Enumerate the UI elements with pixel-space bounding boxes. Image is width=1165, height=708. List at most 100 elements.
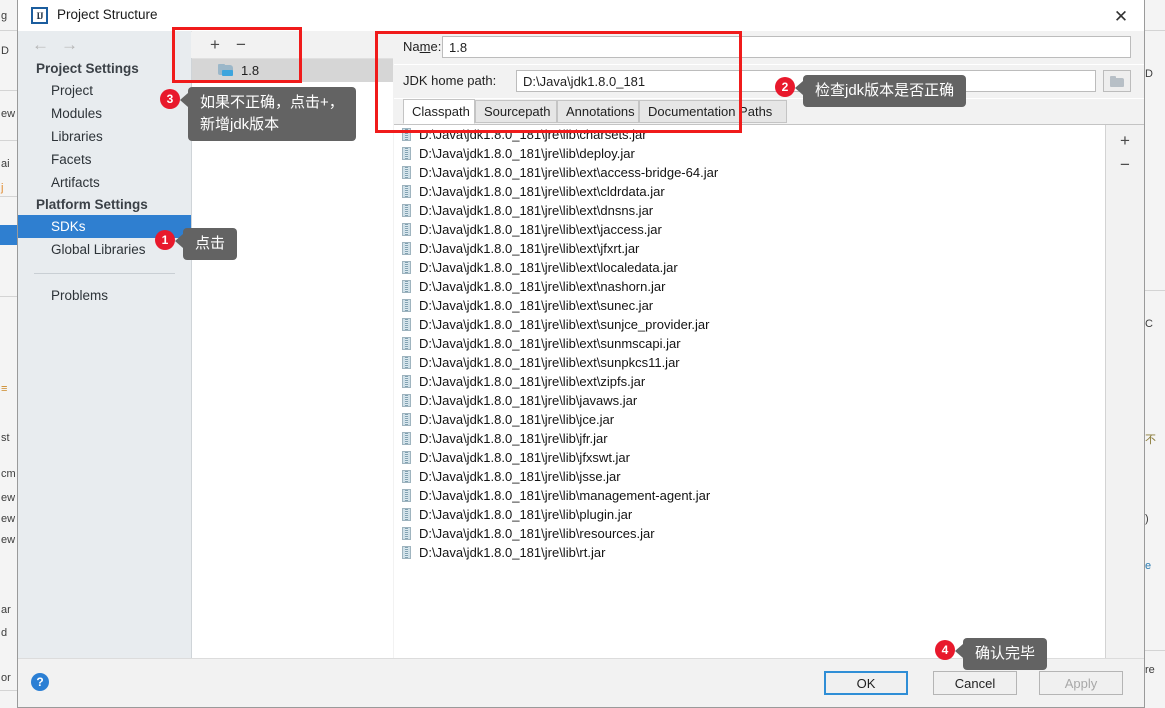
browse-folder-button[interactable] — [1103, 70, 1131, 92]
classpath-row[interactable]: D:\Java\jdk1.8.0_181\jre\lib\ext\sunmsca… — [394, 334, 1106, 353]
bg-fragment: ew — [1, 534, 16, 546]
sidebar-item-problems[interactable]: Problems — [18, 284, 191, 307]
bg-fragment: cm — [1, 468, 16, 480]
jar-file-icon — [402, 470, 411, 483]
sidebar-group-header-project-settings: Project Settings — [36, 61, 139, 76]
classpath-row[interactable]: D:\Java\jdk1.8.0_181\jre\lib\ext\nashorn… — [394, 277, 1106, 296]
help-icon[interactable]: ? — [31, 673, 49, 691]
classpath-row-label: D:\Java\jdk1.8.0_181\jre\lib\charsets.ja… — [419, 127, 647, 142]
tab-classpath[interactable]: Classpath — [403, 99, 475, 124]
callout-text: 点击 — [183, 228, 238, 260]
tab-documentation-paths[interactable]: Documentation Paths — [639, 100, 787, 123]
sidebar-divider — [34, 273, 175, 274]
classpath-row[interactable]: D:\Java\jdk1.8.0_181\jre\lib\management-… — [394, 486, 1106, 505]
classpath-row[interactable]: D:\Java\jdk1.8.0_181\jre\lib\jce.jar — [394, 410, 1106, 429]
ok-button[interactable]: OK — [824, 671, 908, 695]
bg-fragment: ew — [1, 492, 16, 504]
bg-divider — [0, 296, 17, 297]
jar-file-icon — [402, 147, 411, 160]
sidebar-item-artifacts[interactable]: Artifacts — [18, 171, 191, 194]
callout-1: 1 点击 — [155, 228, 238, 260]
bg-fragment: D — [1, 45, 9, 57]
callout-badge: 2 — [775, 77, 795, 97]
jar-file-icon — [402, 242, 411, 255]
classpath-row[interactable]: D:\Java\jdk1.8.0_181\jre\lib\ext\zipfs.j… — [394, 372, 1106, 391]
sdk-name-input[interactable]: 1.8 — [442, 36, 1131, 58]
jar-file-icon — [402, 280, 411, 293]
classpath-row[interactable]: D:\Java\jdk1.8.0_181\jre\lib\rt.jar — [394, 543, 1106, 562]
classpath-row[interactable]: D:\Java\jdk1.8.0_181\jre\lib\resources.j… — [394, 524, 1106, 543]
classpath-row-label: D:\Java\jdk1.8.0_181\jre\lib\jfr.jar — [419, 431, 608, 446]
classpath-list[interactable]: D:\Java\jdk1.8.0_181\jre\lib\charsets.ja… — [394, 125, 1106, 659]
remove-sdk-button[interactable]: − — [230, 33, 252, 55]
bg-divider — [0, 140, 17, 141]
classpath-row[interactable]: D:\Java\jdk1.8.0_181\jre\lib\ext\cldrdat… — [394, 182, 1106, 201]
classpath-row[interactable]: D:\Java\jdk1.8.0_181\jre\lib\ext\sunpkcs… — [394, 353, 1106, 372]
navigation-row: ← → — [18, 31, 191, 58]
jar-file-icon — [402, 185, 411, 198]
classpath-row[interactable]: D:\Java\jdk1.8.0_181\jre\lib\deploy.jar — [394, 144, 1106, 163]
bg-divider — [0, 90, 17, 91]
classpath-row[interactable]: D:\Java\jdk1.8.0_181\jre\lib\plugin.jar — [394, 505, 1106, 524]
sidebar-item-facets[interactable]: Facets — [18, 148, 191, 171]
callout-2: 2 检查jdk版本是否正确 — [775, 75, 967, 107]
classpath-row[interactable]: D:\Java\jdk1.8.0_181\jre\lib\jfr.jar — [394, 429, 1106, 448]
callout-arrow — [175, 234, 183, 248]
callout-text: 确认完毕 — [963, 638, 1048, 670]
callout-text: 检查jdk版本是否正确 — [803, 75, 967, 107]
forward-arrow-icon[interactable]: → — [61, 36, 78, 53]
jar-file-icon — [402, 299, 411, 312]
classpath-row-label: D:\Java\jdk1.8.0_181\jre\lib\ext\dnsns.j… — [419, 203, 654, 218]
classpath-row[interactable]: D:\Java\jdk1.8.0_181\jre\lib\jfxswt.jar — [394, 448, 1106, 467]
jar-file-icon — [402, 546, 411, 559]
jar-file-icon — [402, 204, 411, 217]
classpath-row[interactable]: D:\Java\jdk1.8.0_181\jre\lib\charsets.ja… — [394, 125, 1106, 144]
back-arrow-icon[interactable]: ← — [32, 36, 49, 53]
callout-text: 如果不正确，点击+， 新增jdk版本 — [188, 87, 356, 141]
classpath-row[interactable]: D:\Java\jdk1.8.0_181\jre\lib\ext\sunjce_… — [394, 315, 1106, 334]
add-classpath-button[interactable]: + — [1114, 129, 1136, 151]
bg-fragment: d — [1, 627, 8, 639]
classpath-row-label: D:\Java\jdk1.8.0_181\jre\lib\jsse.jar — [419, 469, 621, 484]
callout-3: 3 如果不正确，点击+， 新增jdk版本 — [160, 87, 356, 141]
tab-annotations[interactable]: Annotations — [557, 100, 639, 123]
jar-file-icon — [402, 527, 411, 540]
classpath-row[interactable]: D:\Java\jdk1.8.0_181\jre\lib\ext\jfxrt.j… — [394, 239, 1106, 258]
sdk-list-item-1-8[interactable]: 1.8 — [192, 59, 393, 82]
close-icon[interactable]: ✕ — [1108, 4, 1134, 28]
jar-file-icon — [402, 489, 411, 502]
classpath-row[interactable]: D:\Java\jdk1.8.0_181\jre\lib\ext\sunec.j… — [394, 296, 1106, 315]
classpath-row[interactable]: D:\Java\jdk1.8.0_181\jre\lib\ext\localed… — [394, 258, 1106, 277]
sdk-toolbar: + − — [192, 31, 393, 59]
bg-divider — [0, 196, 17, 197]
callout-badge: 4 — [935, 640, 955, 660]
jdk-home-path-row: JDK home path: D:\Java\jdk1.8.0_181 — [394, 65, 1144, 98]
classpath-row-label: D:\Java\jdk1.8.0_181\jre\lib\jfxswt.jar — [419, 450, 630, 465]
jar-file-icon — [402, 261, 411, 274]
cancel-button[interactable]: Cancel — [933, 671, 1017, 695]
sdk-list-item-label: 1.8 — [241, 63, 260, 78]
bg-divider — [0, 30, 17, 31]
bg-selected-row — [0, 225, 17, 245]
bg-fragment: C — [1145, 318, 1153, 330]
jdk-home-path-label: JDK home path: — [403, 73, 497, 88]
classpath-row-label: D:\Java\jdk1.8.0_181\jre\lib\plugin.jar — [419, 507, 633, 522]
classpath-row[interactable]: D:\Java\jdk1.8.0_181\jre\lib\javaws.jar — [394, 391, 1106, 410]
classpath-row[interactable]: D:\Java\jdk1.8.0_181\jre\lib\ext\access-… — [394, 163, 1106, 182]
sidebar-group-header-platform-settings: Platform Settings — [36, 197, 148, 212]
classpath-row[interactable]: D:\Java\jdk1.8.0_181\jre\lib\jsse.jar — [394, 467, 1106, 486]
callout-arrow — [955, 644, 963, 658]
bg-fragment: re — [1145, 664, 1155, 676]
callout-4: 4 确认完毕 — [935, 638, 1048, 670]
apply-button[interactable]: Apply — [1039, 671, 1123, 695]
remove-classpath-button[interactable]: − — [1114, 153, 1136, 175]
add-sdk-button[interactable]: + — [204, 33, 226, 55]
classpath-row-label: D:\Java\jdk1.8.0_181\jre\lib\jce.jar — [419, 412, 615, 427]
classpath-row[interactable]: D:\Java\jdk1.8.0_181\jre\lib\ext\jaccess… — [394, 220, 1106, 239]
classpath-row[interactable]: D:\Java\jdk1.8.0_181\jre\lib\ext\dnsns.j… — [394, 201, 1106, 220]
bg-fragment: ew — [1, 108, 16, 120]
tab-sourcepath[interactable]: Sourcepath — [475, 100, 557, 123]
classpath-row-label: D:\Java\jdk1.8.0_181\jre\lib\javaws.jar — [419, 393, 638, 408]
bg-divider — [1145, 650, 1165, 651]
bg-fragment: ar — [1, 604, 11, 616]
